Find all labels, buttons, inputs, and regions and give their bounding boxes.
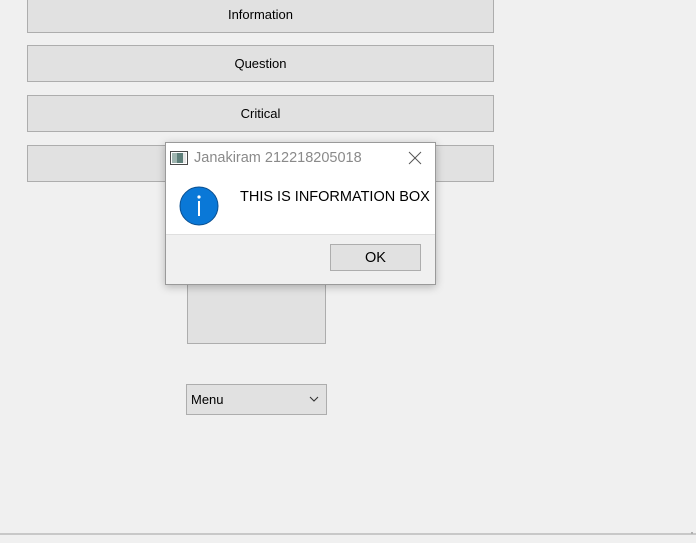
critical-button[interactable]: Critical — [27, 95, 494, 132]
resize-grip-icon[interactable] — [690, 531, 694, 535]
information-button-label: Information — [227, 7, 294, 22]
information-button[interactable]: Information — [27, 0, 494, 33]
dialog-body: THIS IS INFORMATION BOX — [166, 173, 435, 233]
menu-combobox[interactable]: Menu — [186, 384, 327, 415]
close-icon — [408, 151, 422, 165]
chevron-down-icon — [309, 396, 319, 402]
dialog-footer: OK — [166, 234, 435, 284]
dialog-message: THIS IS INFORMATION BOX — [240, 189, 430, 205]
ok-button-label: OK — [365, 249, 386, 266]
window-icon — [170, 151, 188, 165]
ok-button[interactable]: OK — [330, 244, 421, 271]
dialog-titlebar[interactable]: Janakiram 212218205018 — [166, 143, 435, 173]
critical-button-label: Critical — [240, 106, 281, 121]
question-button[interactable]: Question — [27, 45, 494, 82]
information-dialog: Janakiram 212218205018 THIS IS INFORMATI… — [165, 142, 436, 285]
menu-combobox-value: Menu — [191, 392, 224, 407]
dialog-title: Janakiram 212218205018 — [194, 150, 362, 166]
close-button[interactable] — [397, 143, 433, 173]
window-bottom-border — [0, 533, 696, 535]
question-button-label: Question — [234, 56, 287, 71]
information-icon — [179, 186, 219, 226]
